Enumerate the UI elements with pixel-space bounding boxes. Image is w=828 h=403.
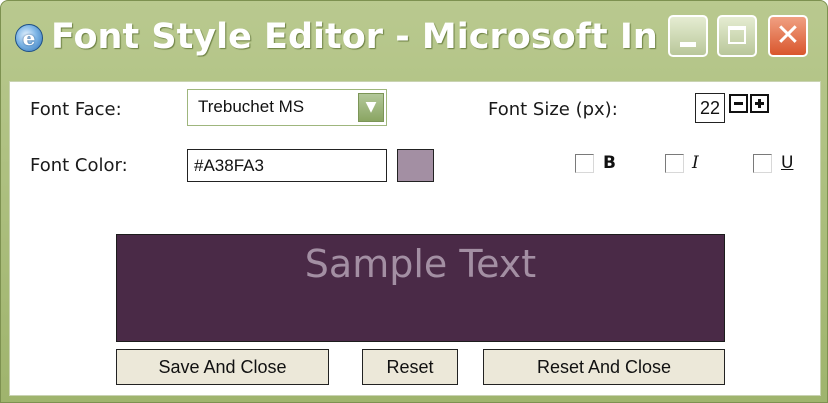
minimize-icon — [680, 42, 696, 47]
window-title: Font Style Editor - Microsoft In... — [51, 17, 661, 57]
maximize-icon — [728, 26, 746, 44]
maximize-button[interactable] — [717, 15, 757, 57]
font-color-input[interactable]: #A38FA3 — [187, 149, 387, 182]
bold-checkbox[interactable] — [575, 154, 594, 173]
title-bar[interactable]: e Font Style Editor - Microsoft In... ✕ — [1, 1, 827, 81]
italic-checkbox[interactable] — [665, 154, 684, 173]
minimize-button[interactable] — [668, 15, 708, 57]
increase-size-button[interactable] — [750, 94, 769, 113]
editor-panel: Font Face: Trebuchet MS ▼ Font Size (px)… — [9, 81, 821, 396]
close-icon: ✕ — [775, 18, 801, 53]
reset-and-close-button[interactable]: Reset And Close — [483, 349, 725, 385]
font-face-label: Font Face: — [30, 99, 122, 120]
close-button[interactable]: ✕ — [768, 15, 808, 57]
internet-explorer-icon: e — [15, 24, 43, 52]
underline-label: U — [781, 153, 794, 173]
underline-checkbox[interactable] — [753, 154, 772, 173]
save-and-close-button[interactable]: Save And Close — [116, 349, 329, 385]
italic-label: I — [692, 153, 699, 173]
chevron-down-icon[interactable]: ▼ — [358, 93, 384, 122]
font-color-label: Font Color: — [30, 155, 128, 176]
minus-icon — [734, 102, 743, 105]
font-face-value: Trebuchet MS — [198, 97, 305, 116]
decrease-size-button[interactable] — [729, 94, 748, 113]
preview-box: Sample Text — [116, 234, 725, 342]
font-size-input[interactable]: 22 — [695, 93, 725, 123]
reset-button[interactable]: Reset — [362, 349, 458, 385]
font-face-select[interactable]: Trebuchet MS ▼ — [187, 89, 387, 126]
font-size-label: Font Size (px): — [488, 99, 618, 120]
browser-window: e Font Style Editor - Microsoft In... ✕ … — [0, 0, 828, 403]
color-swatch[interactable] — [397, 149, 434, 182]
bold-label: B — [603, 153, 616, 173]
sample-text: Sample Text — [304, 242, 537, 286]
